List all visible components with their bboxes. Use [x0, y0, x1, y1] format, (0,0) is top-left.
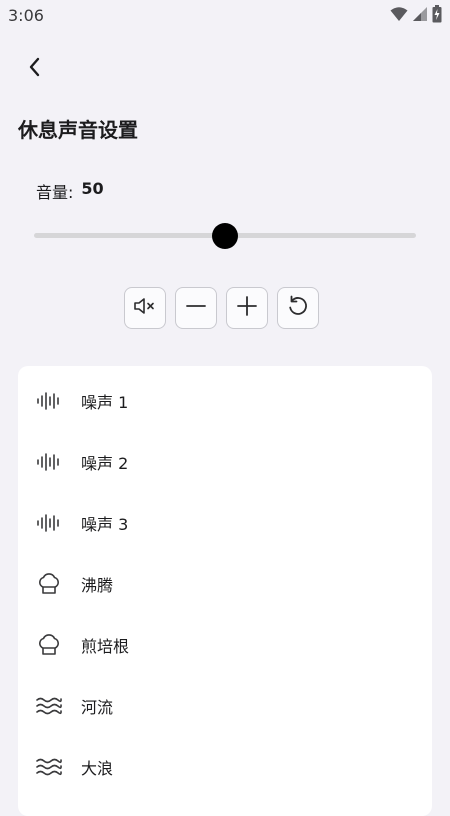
volume-mute-icon [132, 295, 158, 321]
cellular-signal-icon [412, 6, 428, 26]
back-button[interactable] [18, 52, 52, 86]
sound-item-river[interactable]: 河流 [18, 675, 432, 736]
reset-volume-button[interactable] [277, 287, 319, 329]
chevron-left-icon [26, 56, 44, 82]
volume-readout: 音量: 50 [36, 179, 104, 203]
status-icons [390, 5, 442, 27]
sound-label: 沸腾 [81, 575, 114, 595]
sound-item-big-waves[interactable]: 大浪 [18, 736, 432, 797]
sound-label: 大浪 [81, 758, 114, 778]
decrease-volume-button[interactable] [175, 287, 217, 329]
sound-item-noise-3[interactable]: 噪声 3 [18, 492, 432, 553]
page-title: 休息声音设置 [18, 118, 138, 142]
sound-label: 煎培根 [81, 636, 130, 656]
sound-list: 噪声 1 噪声 2 噪声 3 沸腾 煎培根 河流 大浪 [18, 366, 432, 816]
plus-icon [236, 295, 258, 321]
waveform-icon [35, 509, 63, 537]
sound-label: 噪声 1 [81, 392, 129, 412]
minus-icon [185, 295, 207, 321]
waveform-icon [35, 448, 63, 476]
sound-item-frying-bacon[interactable]: 煎培根 [18, 614, 432, 675]
sound-label: 噪声 3 [81, 514, 129, 534]
sound-item-noise-1[interactable]: 噪声 1 [18, 370, 432, 431]
mute-button[interactable] [124, 287, 166, 329]
chef-hat-icon [35, 631, 63, 659]
rotate-ccw-icon [286, 294, 310, 322]
chef-hat-icon [35, 570, 63, 598]
waves-icon [35, 753, 63, 781]
sound-item-boiling[interactable]: 沸腾 [18, 553, 432, 614]
sound-item-noise-2[interactable]: 噪声 2 [18, 431, 432, 492]
increase-volume-button[interactable] [226, 287, 268, 329]
volume-value: 50 [81, 179, 104, 198]
status-time: 3:06 [8, 6, 44, 25]
status-bar: 3:06 [0, 0, 450, 32]
slider-thumb[interactable] [212, 223, 238, 249]
volume-controls [124, 287, 319, 329]
battery-charging-icon [432, 5, 442, 27]
waveform-icon [35, 387, 63, 415]
sound-label: 噪声 2 [81, 453, 129, 473]
volume-slider[interactable] [34, 220, 416, 252]
waves-icon [35, 692, 63, 720]
volume-label: 音量: [36, 183, 74, 202]
wifi-icon [390, 6, 408, 26]
sound-label: 河流 [81, 697, 114, 717]
